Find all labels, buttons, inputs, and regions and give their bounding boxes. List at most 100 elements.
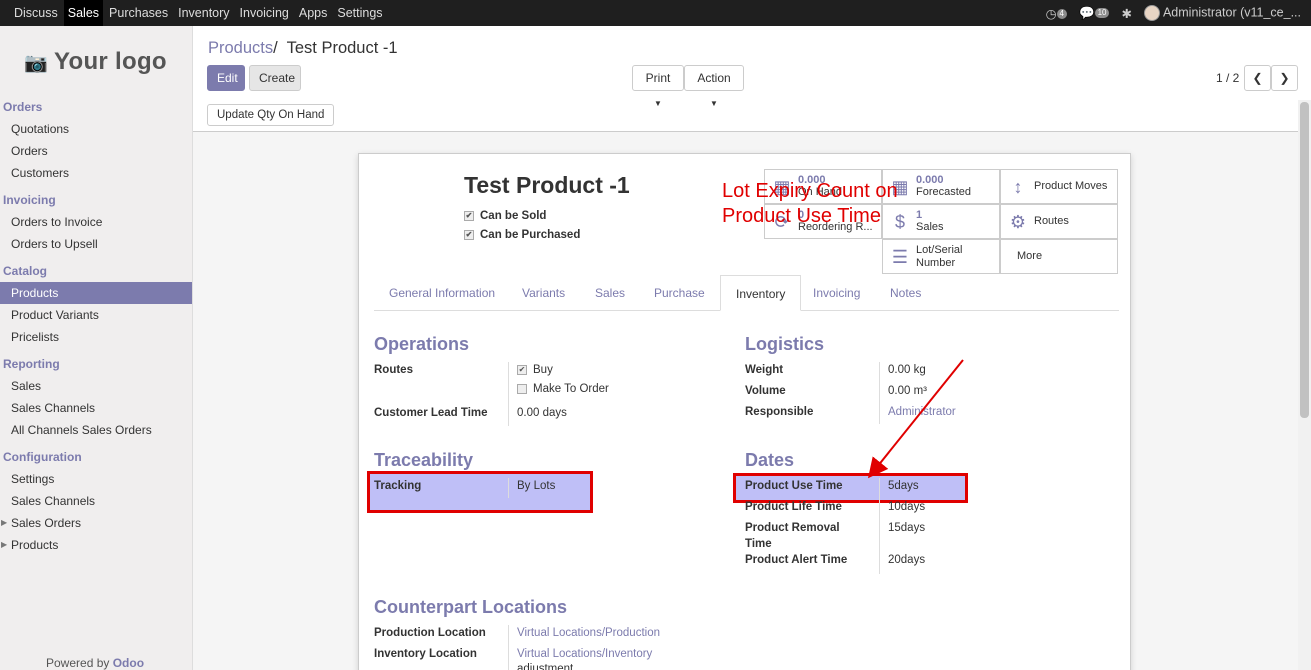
scrollbar-thumb[interactable]	[1300, 102, 1309, 418]
top-navbar: Discuss Sales Purchases Inventory Invoic…	[0, 0, 1311, 26]
clock-icon: ◷	[1045, 6, 1057, 21]
product-alert-time-label: Product Alert Time	[745, 554, 848, 566]
pager-previous-button[interactable]: ❮	[1244, 65, 1271, 91]
action-dropdown[interactable]: Action ▼	[684, 65, 744, 108]
sidebar-item-customers[interactable]: Customers	[0, 162, 192, 184]
inventory-location-link-cont: adjustment	[517, 663, 574, 670]
systray: ◷ 4 💬 10 ✱ Administrator (v11_ce_...	[1046, 0, 1301, 26]
mto-route-checkbox[interactable]: Make To Order	[517, 381, 609, 397]
edit-button[interactable]: Edit	[207, 65, 245, 91]
lot-serial-button[interactable]: ☰ Lot/Serial Number	[882, 239, 1000, 274]
field-separator	[508, 625, 509, 670]
breadcrumb: Products/ Test Product -1	[208, 39, 398, 57]
sidebar-section-configuration: Configuration	[3, 450, 82, 464]
sidebar-item-all-channels-sales-orders[interactable]: All Channels Sales Orders	[0, 419, 192, 441]
sidebar-item-quotations[interactable]: Quotations	[0, 118, 192, 140]
sidebar-item-orders-to-upsell[interactable]: Orders to Upsell	[0, 233, 192, 255]
product-name: Test Product -1	[464, 172, 630, 198]
user-menu[interactable]: Administrator (v11_ce_...	[1143, 5, 1301, 21]
messaging-menu[interactable]: 💬 10	[1079, 6, 1110, 21]
field-separator	[508, 478, 509, 498]
sidebar-item-reporting-sales[interactable]: Sales	[0, 375, 192, 397]
print-dropdown[interactable]: Print ▼	[632, 65, 684, 108]
checkmark-icon: ✔	[517, 364, 527, 375]
activity-count: 4	[1056, 9, 1067, 20]
product-moves-button[interactable]: ↕ Product Moves	[1000, 169, 1118, 204]
routes-button[interactable]: ⚙ Routes	[1000, 204, 1118, 239]
more-button[interactable]: More	[1000, 239, 1118, 274]
pager-value[interactable]: 1 / 2	[1216, 71, 1239, 85]
avatar	[1143, 5, 1160, 21]
sidebar-item-config-sales-orders[interactable]: ▶ Sales Orders	[0, 512, 192, 534]
tab-invoicing[interactable]: Invoicing	[798, 275, 875, 311]
annotation-note: Lot Expiry Count on Product Use Time	[722, 180, 898, 227]
company-logo[interactable]: 📷 Your logo	[24, 48, 167, 76]
menu-apps[interactable]: Apps	[295, 0, 332, 26]
customer-lead-time-label: Customer Lead Time	[374, 407, 488, 419]
tab-sales[interactable]: Sales	[580, 275, 640, 311]
tab-general-information[interactable]: General Information	[374, 275, 510, 311]
sidebar-item-orders-to-invoice[interactable]: Orders to Invoice	[0, 211, 192, 233]
tracking-label: Tracking	[374, 480, 422, 492]
sidebar-nav: Orders Quotations Orders Customers Invoi…	[0, 96, 192, 556]
powered-by: Powered by Odoo	[46, 656, 145, 670]
sidebar-section-reporting: Reporting	[3, 357, 60, 371]
sidebar-item-config-sales-channels[interactable]: Sales Channels	[0, 490, 192, 512]
routes-label: Routes	[374, 364, 413, 376]
sidebar-item-settings[interactable]: Settings	[0, 468, 192, 490]
menu-inventory[interactable]: Inventory	[174, 0, 233, 26]
product-use-time-label: Product Use Time	[745, 480, 843, 492]
sidebar-item-product-variants[interactable]: Product Variants	[0, 304, 192, 326]
sidebar-item-reporting-sales-channels[interactable]: Sales Channels	[0, 397, 192, 419]
tab-inventory[interactable]: Inventory	[720, 275, 802, 311]
menu-settings[interactable]: Settings	[333, 0, 386, 26]
sidebar-item-config-products[interactable]: ▶ Products	[0, 534, 192, 556]
responsible-link[interactable]: Administrator	[888, 404, 956, 420]
volume-label: Volume	[745, 385, 786, 397]
weight-label: Weight	[745, 364, 784, 376]
sidebar-item-orders[interactable]: Orders	[0, 140, 192, 162]
can-be-sold-checkbox[interactable]: ✔ Can be Sold	[464, 210, 546, 222]
checkmark-icon: ✔	[464, 229, 474, 240]
activity-menu[interactable]: ◷ 4	[1046, 6, 1067, 21]
buy-route-checkbox[interactable]: ✔ Buy	[517, 362, 553, 378]
menu-purchases[interactable]: Purchases	[105, 0, 172, 26]
menu-invoicing[interactable]: Invoicing	[236, 0, 293, 26]
sales-button[interactable]: $ 1 Sales	[882, 204, 1000, 239]
counterpart-locations-title: Counterpart Locations	[374, 597, 568, 617]
tab-notes[interactable]: Notes	[875, 275, 936, 311]
odoo-link[interactable]: Odoo	[113, 656, 144, 670]
forecasted-button[interactable]: ▦ 0.000 Forecasted	[882, 169, 1000, 204]
sidebar-item-products[interactable]: Products	[0, 282, 192, 304]
update-qty-button[interactable]: Update Qty On Hand	[207, 104, 335, 126]
field-separator	[508, 362, 509, 426]
weight-value: 0.00 kg	[888, 364, 926, 376]
tracking-value: By Lots	[517, 480, 556, 492]
checkmark-icon: ✔	[464, 210, 474, 221]
menu-discuss[interactable]: Discuss	[10, 0, 62, 26]
responsible-label: Responsible	[745, 406, 814, 418]
sidebar-item-pricelists[interactable]: Pricelists	[0, 326, 192, 348]
tab-purchase[interactable]: Purchase	[639, 275, 720, 311]
chevron-left-icon: ❮	[1252, 71, 1263, 85]
menu-sales[interactable]: Sales	[63, 0, 104, 26]
sidebar: 📷 Your logo Orders Quotations Orders Cust…	[0, 26, 193, 670]
volume-value: 0.00 m³	[888, 385, 928, 397]
checkbox-empty-icon	[517, 383, 527, 394]
tab-variants[interactable]: Variants	[507, 275, 580, 311]
can-be-purchased-checkbox[interactable]: ✔ Can be Purchased	[464, 229, 580, 241]
production-location-link[interactable]: Virtual Locations/Production	[517, 625, 660, 641]
inventory-location-link[interactable]: Virtual Locations/Inventory	[517, 646, 652, 662]
field-separator	[879, 478, 880, 574]
page-scrollbar[interactable]	[1298, 100, 1311, 670]
pager-next-button[interactable]: ❯	[1271, 65, 1298, 91]
app-menu: Discuss Sales Purchases Inventory Invoic…	[10, 0, 389, 26]
create-button[interactable]: Create	[249, 65, 301, 91]
chevron-right-icon: ❯	[1279, 71, 1290, 85]
message-count: 10	[1094, 8, 1110, 19]
camera-icon: 📷	[24, 53, 48, 74]
breadcrumb-products[interactable]: Products	[208, 39, 273, 57]
debug-icon[interactable]: ✱	[1121, 6, 1131, 21]
caret-down-icon: ▼	[654, 99, 662, 108]
caret-right-icon: ▶	[1, 518, 8, 527]
